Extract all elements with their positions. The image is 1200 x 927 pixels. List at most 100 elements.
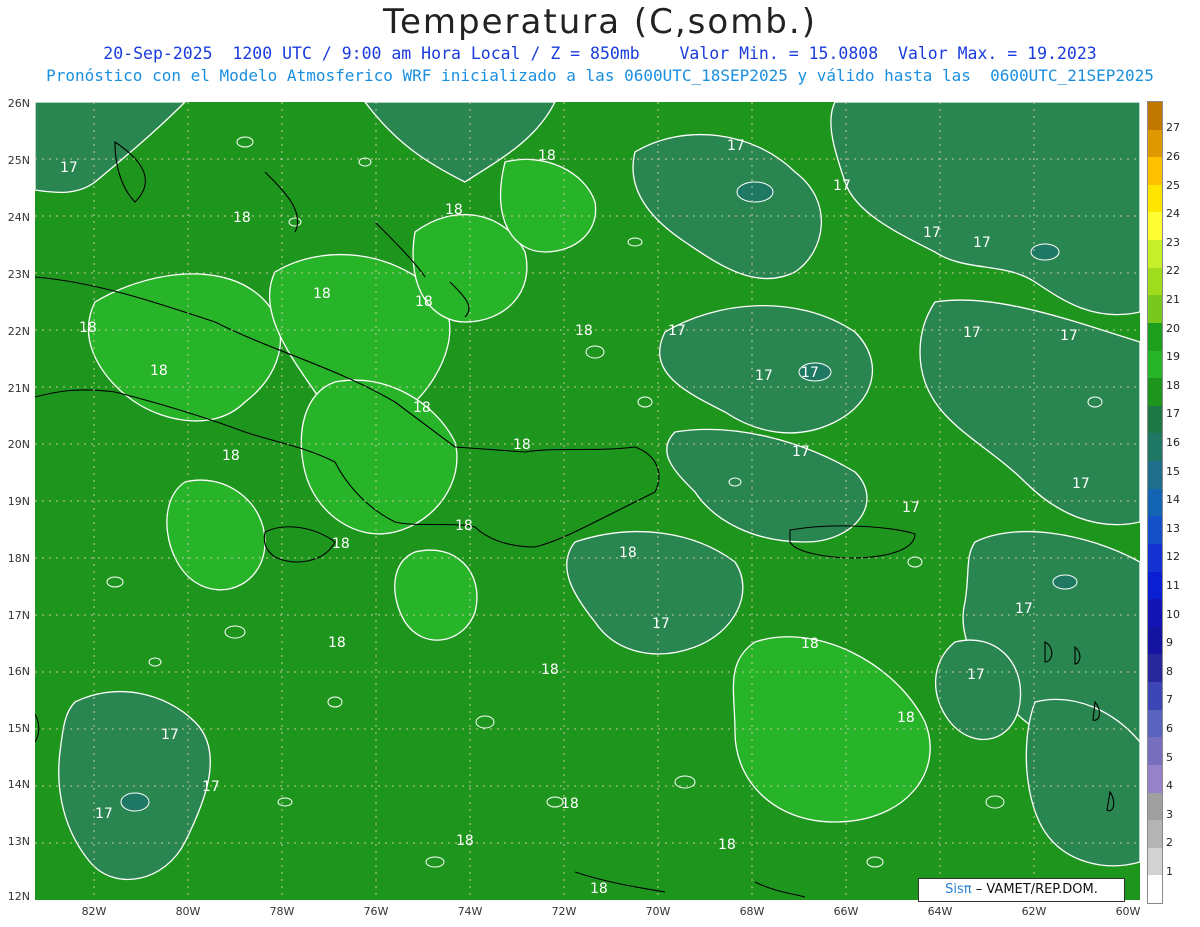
color-scale-label: 24 xyxy=(1166,207,1180,221)
color-scale-label: 2 xyxy=(1166,836,1173,850)
map-title: Temperatura (C,somb.) xyxy=(383,2,817,42)
contour-label: 17 xyxy=(963,325,981,341)
lat-label: 19N xyxy=(7,495,30,508)
color-scale-label: 25 xyxy=(1166,178,1180,192)
lon-label: 78W xyxy=(269,905,295,918)
contour-label: 18 xyxy=(575,323,593,339)
contour-label: 17 xyxy=(652,616,670,632)
lon-label: 70W xyxy=(645,905,671,918)
lon-label: 64W xyxy=(927,905,953,918)
color-swatch xyxy=(1148,212,1162,241)
contour-label: 17 xyxy=(1060,328,1078,344)
lon-label: 80W xyxy=(175,905,201,918)
contour-label: 17 xyxy=(902,500,920,516)
subtitle-valid-time: 20-Sep-2025 1200 UTC / 9:00 am Hora Loca… xyxy=(103,44,1097,63)
contour-label: 17 xyxy=(833,178,851,194)
color-swatch xyxy=(1148,488,1162,517)
lat-label: 18N xyxy=(7,552,30,565)
contour-label: 17 xyxy=(1072,476,1090,492)
color-swatch xyxy=(1148,820,1162,849)
color-swatch xyxy=(1148,322,1162,352)
color-scale-label: 15 xyxy=(1166,464,1180,478)
lat-label: 21N xyxy=(7,382,30,395)
color-swatch xyxy=(1148,267,1162,296)
contour-label: 18 xyxy=(897,710,915,726)
color-scale-label: 3 xyxy=(1166,807,1173,821)
color-scale-label: 11 xyxy=(1166,578,1180,592)
lat-label: 13N xyxy=(7,835,30,848)
color-scale-label: 12 xyxy=(1166,550,1180,564)
contour-label: 18 xyxy=(619,545,637,561)
color-scale-label: 17 xyxy=(1166,407,1180,421)
contour-label: 18 xyxy=(541,662,559,678)
color-swatch xyxy=(1148,875,1162,904)
contour-label: 18 xyxy=(413,400,431,416)
lat-label: 26N xyxy=(7,97,30,110)
contour-label: 17 xyxy=(755,368,773,384)
color-scale-label: 21 xyxy=(1166,292,1180,306)
color-scale-label: 9 xyxy=(1166,636,1173,650)
color-scale-label: 18 xyxy=(1166,378,1180,392)
contour-label: 18 xyxy=(222,448,240,464)
contour-label: 17 xyxy=(95,806,113,822)
contour-label: 18 xyxy=(561,796,579,812)
map-svg: 17 18 18 18 18 18 17 17 17 17 18 18 18 1… xyxy=(35,102,1140,900)
contour-label: 18 xyxy=(328,635,346,651)
contour-label: 17 xyxy=(792,444,810,460)
color-swatch xyxy=(1148,543,1162,573)
lon-label: 72W xyxy=(551,905,577,918)
color-scale-label: 10 xyxy=(1166,607,1180,621)
lat-label: 23N xyxy=(7,268,30,281)
contour-label: 18 xyxy=(801,636,819,652)
contour-label: 17 xyxy=(1015,601,1033,617)
color-swatch xyxy=(1148,709,1162,738)
contour-label: 18 xyxy=(445,202,463,218)
lon-label: 76W xyxy=(363,905,389,918)
lon-label: 60W xyxy=(1115,905,1141,918)
color-scale-label: 8 xyxy=(1166,664,1173,678)
color-swatch xyxy=(1148,599,1162,628)
lat-label: 12N xyxy=(7,890,30,903)
contour-label: 17 xyxy=(161,727,179,743)
contour-label: 17 xyxy=(60,160,78,176)
contour-label: 18 xyxy=(150,363,168,379)
color-scale-label: 16 xyxy=(1166,435,1180,449)
contour-label: 17 xyxy=(973,235,991,251)
contour-label: 18 xyxy=(233,210,251,226)
credit-vamet: – VAMET/REP.DOM. xyxy=(971,882,1098,897)
color-scale-label: 4 xyxy=(1166,779,1173,793)
color-scale-bar xyxy=(1147,101,1163,904)
lat-label: 14N xyxy=(7,778,30,791)
credit-box: Sisπ – VAMET/REP.DOM. xyxy=(918,878,1125,902)
color-swatch xyxy=(1148,792,1162,821)
lon-label: 74W xyxy=(457,905,483,918)
contour-label: 17 xyxy=(727,138,745,154)
subtitle-model-info: Pronóstico con el Modelo Atmosferico WRF… xyxy=(46,66,1154,85)
temperature-map: 17 18 18 18 18 18 17 17 17 17 18 18 18 1… xyxy=(35,102,1140,900)
color-swatch xyxy=(1148,433,1162,462)
lat-label: 20N xyxy=(7,438,30,451)
lat-label: 16N xyxy=(7,665,30,678)
color-swatch xyxy=(1148,847,1162,876)
contour-label: 17 xyxy=(202,779,220,795)
color-swatch xyxy=(1148,737,1162,766)
lat-label: 15N xyxy=(7,722,30,735)
color-scale-label: 7 xyxy=(1166,693,1173,707)
contour-label: 17 xyxy=(923,225,941,241)
lat-label: 22N xyxy=(7,325,30,338)
lon-label: 82W xyxy=(81,905,107,918)
color-scale-label: 14 xyxy=(1166,493,1180,507)
color-scale-label: 20 xyxy=(1166,321,1180,335)
contour-label: 18 xyxy=(538,148,556,164)
color-swatch xyxy=(1148,654,1162,683)
lon-label: 66W xyxy=(833,905,859,918)
color-swatch xyxy=(1148,102,1162,131)
color-scale-label: 22 xyxy=(1166,264,1180,278)
color-swatch xyxy=(1148,350,1162,379)
credit-sis: Sisπ xyxy=(945,882,972,897)
contour-label: 17 xyxy=(668,323,686,339)
color-swatch xyxy=(1148,129,1162,158)
color-swatch xyxy=(1148,516,1162,545)
color-swatch xyxy=(1148,184,1162,213)
color-swatch xyxy=(1148,157,1162,186)
